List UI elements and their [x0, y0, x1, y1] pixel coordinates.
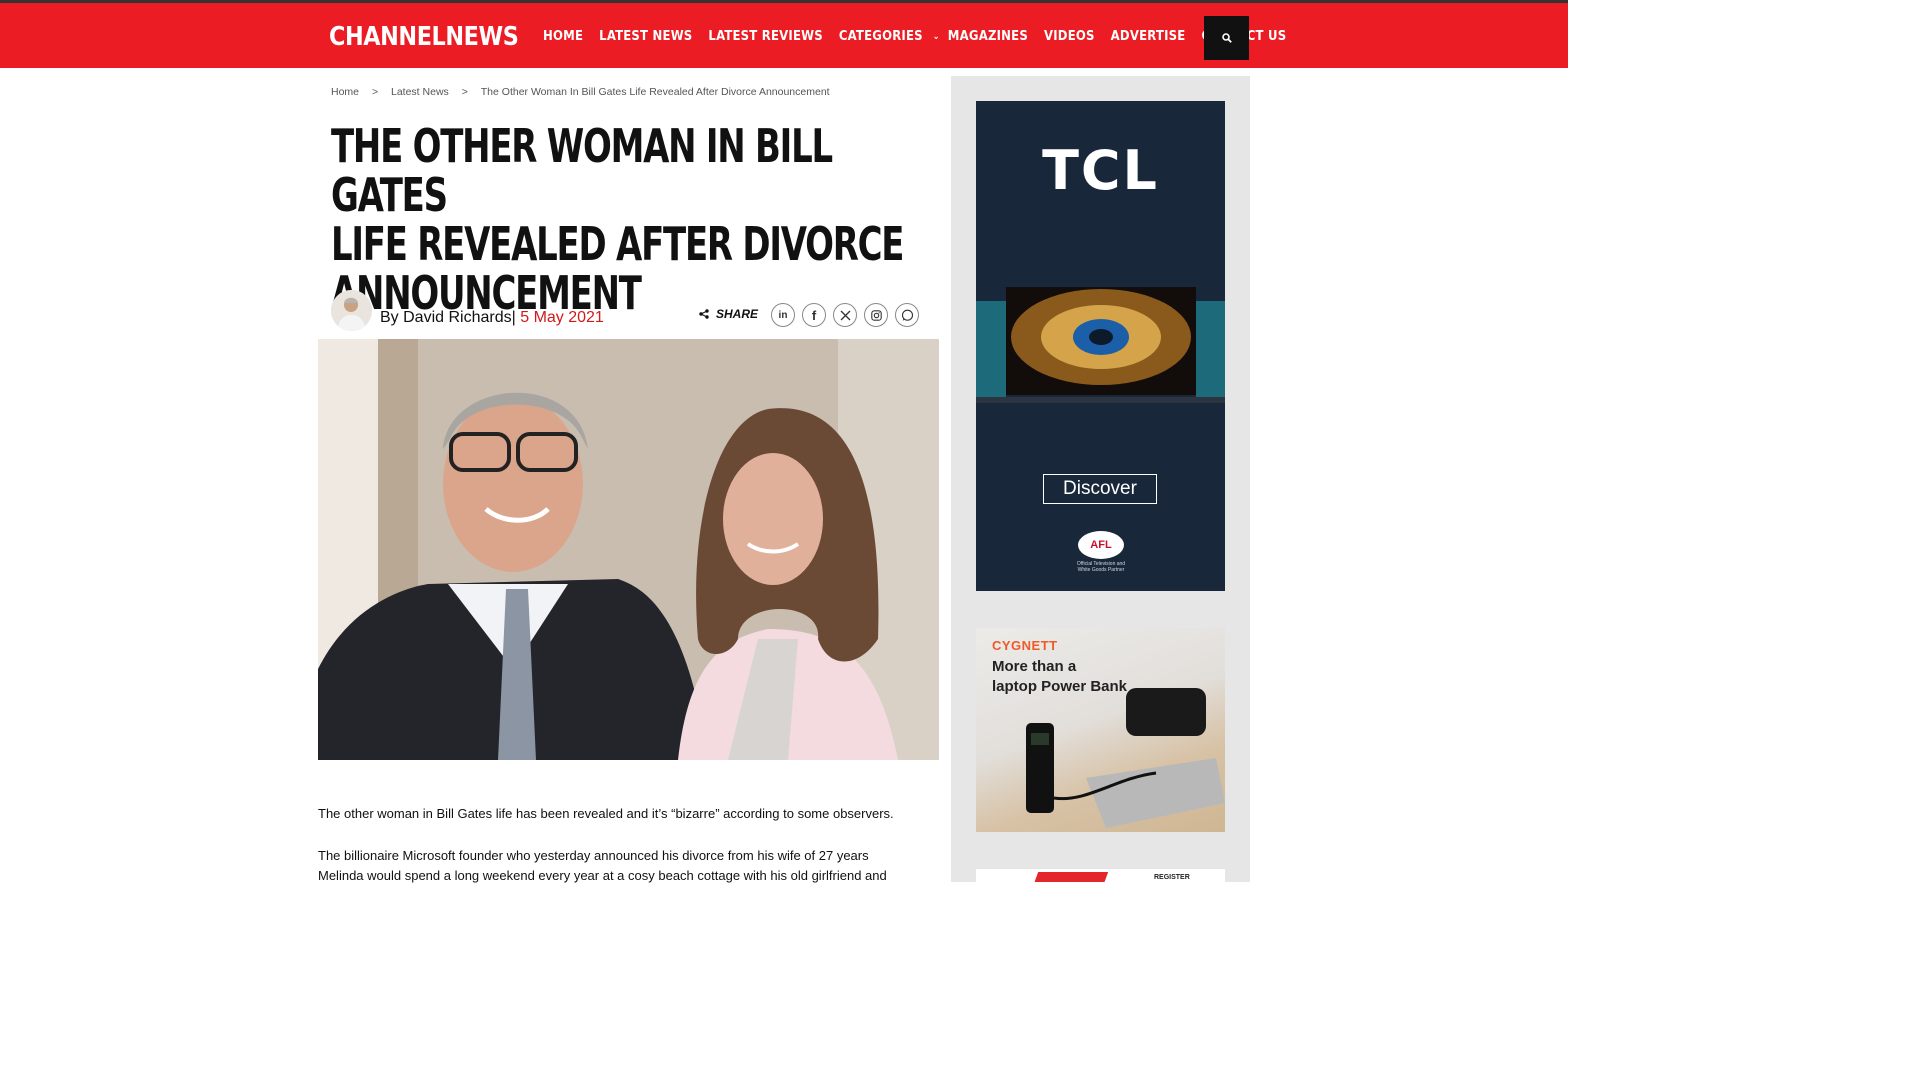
facebook-share-button[interactable]: f: [802, 303, 826, 327]
article-paragraph: The other woman in Bill Gates life has b…: [318, 806, 894, 821]
site-logo[interactable]: CHANNELNEWS: [329, 22, 519, 52]
nav-categories-label: CATEGORIES: [838, 28, 923, 44]
main-nav: HOME LATEST NEWS LATEST REVIEWS CATEGORI…: [543, 25, 1302, 47]
breadcrumb-home[interactable]: Home: [331, 86, 359, 98]
instagram-share-button[interactable]: [864, 303, 888, 327]
breadcrumb-separator: >: [461, 86, 468, 98]
article-hero-image: [318, 339, 939, 760]
title-line: THE OTHER WOMAN IN BILL GATES: [331, 119, 833, 222]
search-button[interactable]: [1204, 16, 1249, 60]
site-header: CHANNELNEWS HOME LATEST NEWS LATEST REVI…: [0, 3, 1568, 68]
chevron-down-icon: ⌄: [932, 30, 940, 42]
share-label: SHARE: [716, 307, 759, 321]
afl-badge-label: AFL: [1090, 539, 1112, 551]
x-share-button[interactable]: [833, 303, 857, 327]
breadcrumb-separator: >: [371, 86, 379, 98]
author-avatar[interactable]: [331, 290, 372, 331]
breadcrumb-current: The Other Woman In Bill Gates Life Revea…: [480, 86, 830, 98]
power-bank-product-image: [1026, 688, 1225, 828]
article-paragraph: Melinda would spend a long weekend every…: [318, 868, 887, 883]
instagram-icon: [870, 309, 882, 321]
whatsapp-share-button[interactable]: [895, 303, 919, 327]
nav-videos[interactable]: VIDEOS: [1044, 28, 1095, 44]
linkedin-icon: in: [778, 309, 788, 321]
nav-advertise[interactable]: ADVERTISE: [1111, 28, 1186, 44]
nav-latest-reviews[interactable]: LATEST REVIEWS: [708, 28, 822, 44]
hero-photo: [318, 339, 939, 760]
search-icon: [1221, 33, 1232, 43]
x-icon: [840, 310, 850, 320]
breadcrumb: Home > Latest News > The Other Woman In …: [331, 86, 830, 98]
tcl-ad-banner[interactable]: TCL Discover AFL Official Television and…: [976, 101, 1225, 591]
author-photo: [331, 290, 372, 331]
tcl-logo: TCL: [1042, 139, 1159, 202]
article-title: THE OTHER WOMAN IN BILL GATES LIFE REVEA…: [331, 122, 911, 318]
title-line: LIFE REVEALED AFTER DIVORCE: [331, 217, 904, 271]
third-ad-label: REGISTER: [1154, 874, 1190, 881]
nav-latest-news[interactable]: LATEST NEWS: [599, 28, 692, 44]
third-ad-banner[interactable]: REGISTER: [976, 869, 1225, 882]
facebook-icon: f: [811, 307, 817, 323]
whatsapp-icon: [901, 309, 913, 321]
tv-product-image: [976, 287, 1225, 403]
afl-badge-caption: Official Television and White Goods Part…: [1076, 561, 1126, 573]
nav-home[interactable]: HOME: [543, 28, 583, 44]
byline: By David Richards| 5 May 2021: [380, 309, 604, 327]
discover-button[interactable]: Discover: [1043, 474, 1157, 504]
linkedin-share-button[interactable]: in: [771, 303, 795, 327]
share-bar: SHARE: [699, 307, 758, 321]
nav-magazines[interactable]: MAGAZINES: [948, 28, 1028, 44]
author-name[interactable]: By David Richards|: [380, 309, 516, 326]
share-icon: [699, 309, 709, 319]
third-ad-graphic: [1033, 872, 1109, 882]
breadcrumb-latest-news[interactable]: Latest News: [391, 86, 449, 98]
article-paragraph: The billionaire Microsoft founder who ye…: [318, 848, 869, 863]
cygnett-ad-banner[interactable]: CYGNETT More than a laptop Power Bank: [976, 628, 1225, 832]
afl-badge: AFL: [1078, 531, 1124, 559]
publish-date: 5 May 2021: [520, 309, 604, 326]
nav-categories[interactable]: CATEGORIES ⌄: [839, 28, 948, 44]
